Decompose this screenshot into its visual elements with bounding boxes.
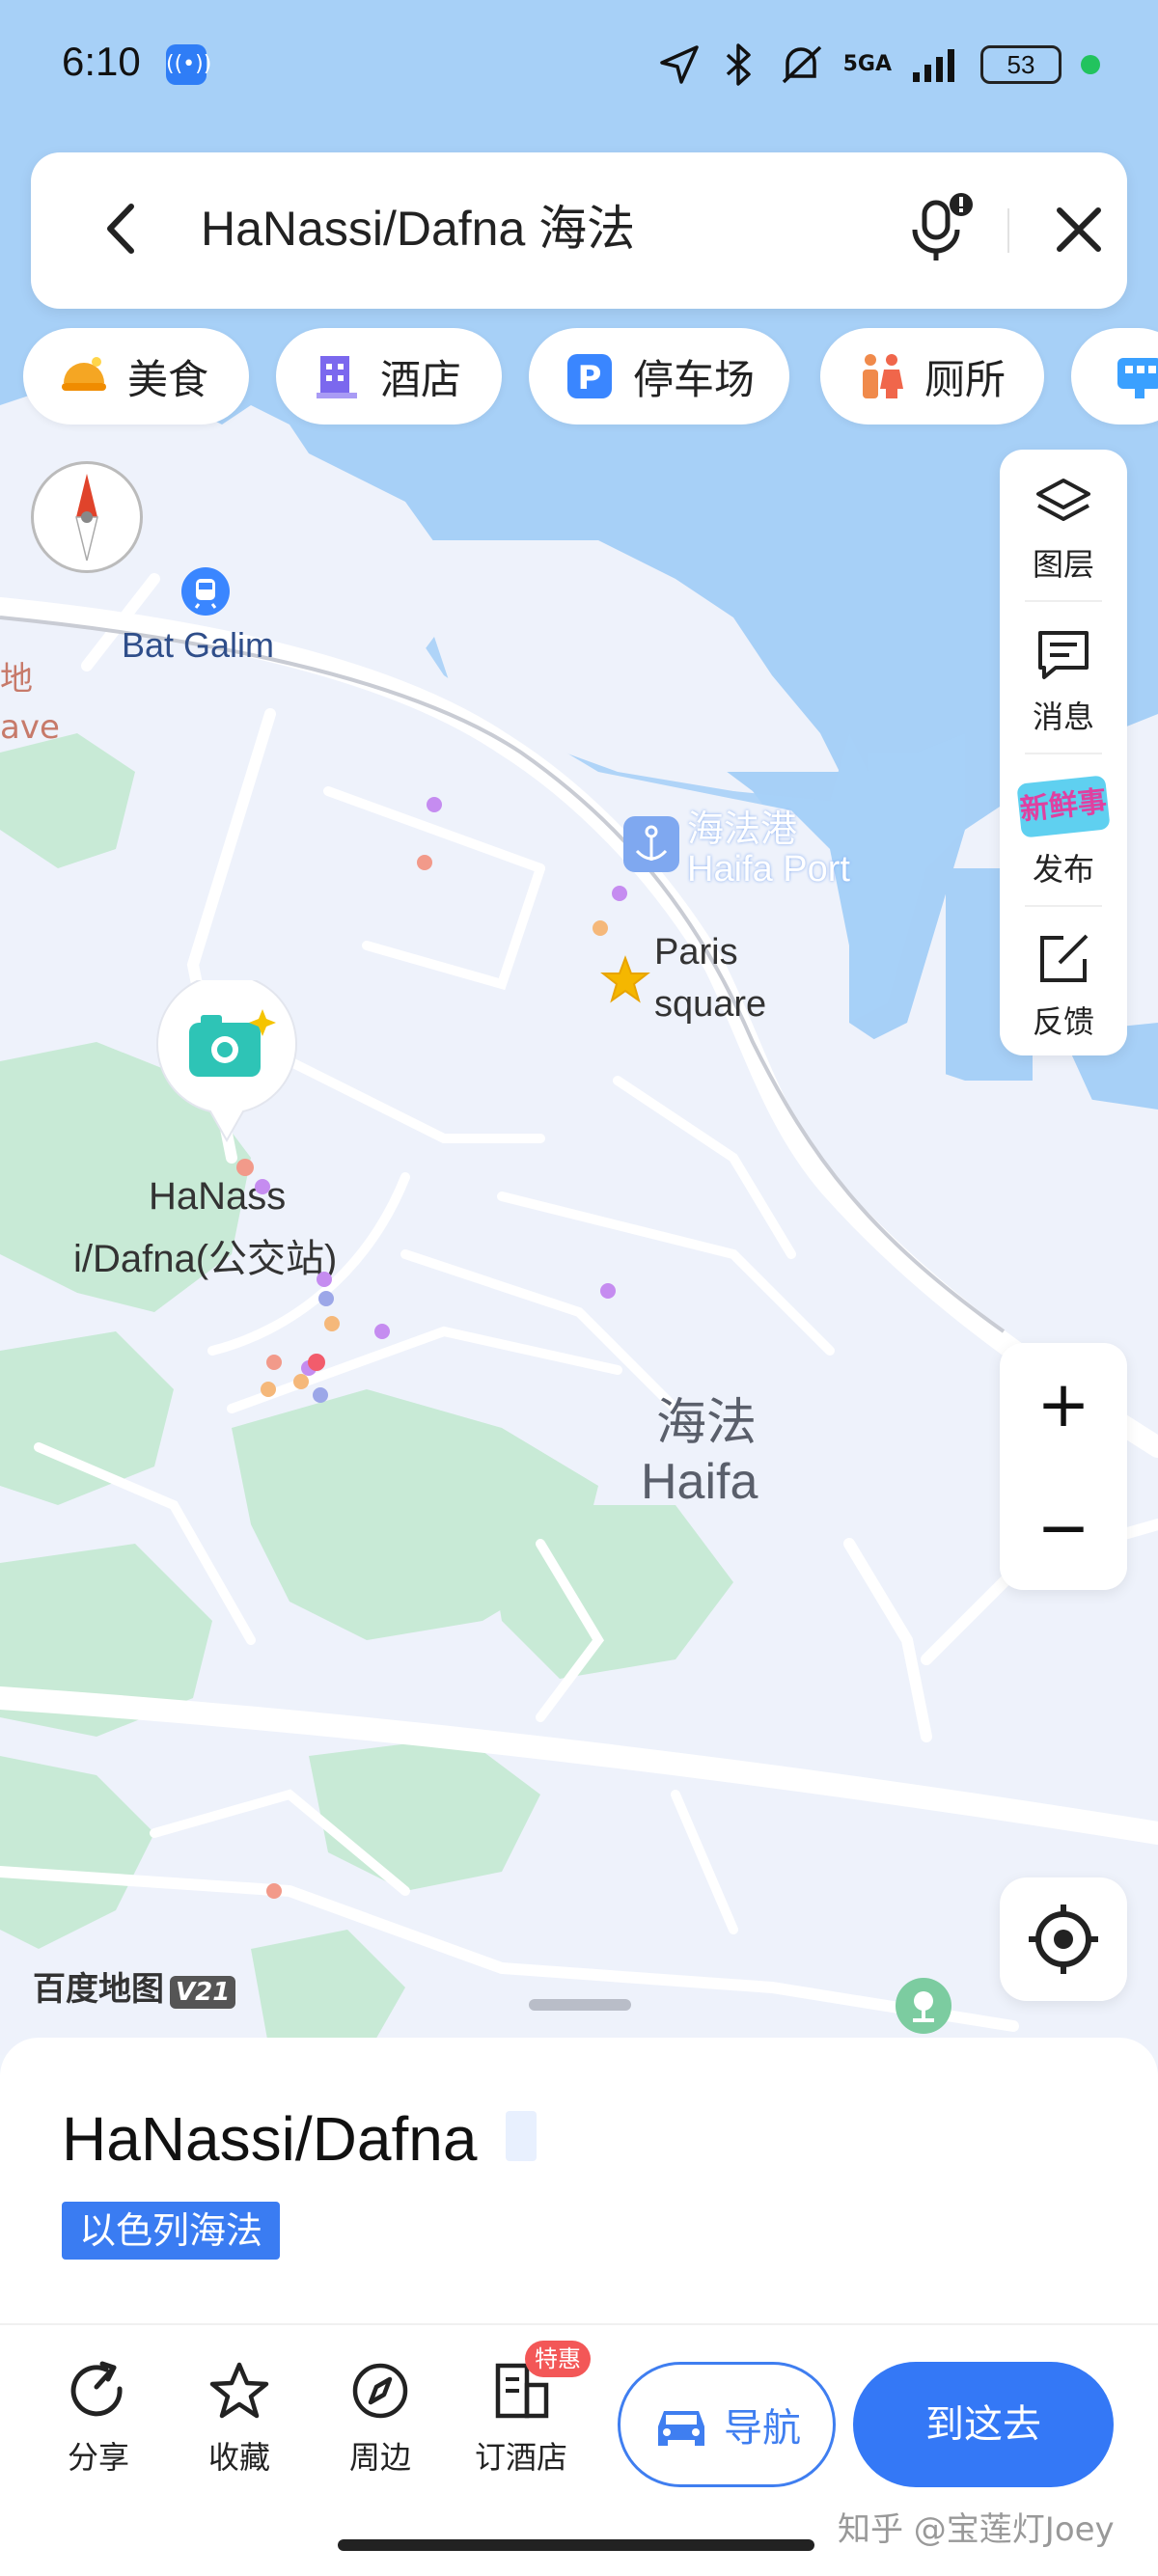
map-label-bus-stop-1[interactable]: HaNass [149, 1175, 286, 1219]
category-chip-toilet[interactable]: 厕所 [820, 328, 1044, 425]
baidu-map-logo: 百度地图 V21 [33, 1962, 236, 2010]
toilet-icon [855, 350, 907, 402]
poi-detail-card[interactable] [0, 2038, 1158, 2346]
map-edge-label-2: ave [0, 708, 60, 747]
hotspot-icon: ((•)) [166, 44, 211, 85]
status-icons: 5GA 53 [658, 41, 1100, 89]
compass-icon[interactable] [31, 461, 143, 573]
go-here-button[interactable]: 到这去 [853, 2362, 1114, 2487]
layers-button[interactable]: 图层 [1000, 450, 1127, 600]
star-icon [209, 2362, 269, 2419]
status-time: 6:10 [62, 39, 141, 84]
messages-button[interactable]: 消息 [1000, 602, 1127, 753]
map-label-port-cn[interactable]: 海法港 [687, 799, 797, 852]
navigate-button[interactable]: 导航 [618, 2362, 836, 2487]
category-chip-more[interactable] [1071, 328, 1158, 425]
book-hotel-button[interactable]: 订酒店 [463, 2360, 579, 2478]
category-row: 美食 酒店 P 停车场 厕所 [0, 328, 1158, 425]
signal-icon [913, 49, 954, 82]
share-icon [70, 2361, 123, 2417]
search-divider [1007, 208, 1009, 253]
privacy-indicator-dot [1081, 55, 1100, 74]
location-arrow-icon [659, 45, 699, 84]
publish-button[interactable]: 新鲜事 发布 [1000, 754, 1127, 905]
food-icon [58, 350, 110, 402]
favorite-label: 收藏 [207, 2439, 270, 2476]
parking-icon: P [564, 350, 616, 402]
search-bar[interactable]: HaNassi/Dafna 海法 [31, 152, 1127, 309]
map-label-city-en[interactable]: Haifa [641, 1453, 758, 1511]
map-label-city-cn[interactable]: 海法 [656, 1382, 757, 1454]
back-arrow-icon[interactable] [89, 195, 156, 262]
category-label-parking: 停车场 [633, 355, 756, 403]
messages-label: 消息 [1032, 699, 1094, 735]
search-query-text[interactable]: HaNassi/Dafna 海法 [201, 195, 635, 262]
home-indicator[interactable] [338, 2539, 814, 2551]
layers-icon [1036, 479, 1090, 521]
network-type: 5GA [842, 52, 892, 76]
svg-text:P: P [578, 359, 602, 397]
deal-badge: 特惠 [525, 2341, 591, 2377]
bluetooth-icon [726, 43, 751, 86]
category-chip-hotel[interactable]: 酒店 [276, 328, 502, 425]
poi-region-tag[interactable]: 以色列海法 [62, 2202, 281, 2260]
port-icon[interactable] [623, 816, 679, 872]
map-side-toolbar: 图层 消息 新鲜事 发布 反馈 [1000, 450, 1127, 1055]
map-label-paris-2[interactable]: square [654, 984, 766, 1026]
category-label-toilet: 厕所 [924, 355, 1006, 403]
poi-title-tag [506, 2111, 537, 2161]
zoom-control: + − [1000, 1343, 1127, 1590]
favorite-button[interactable]: 收藏 [181, 2360, 297, 2478]
category-label-hotel: 酒店 [380, 355, 462, 403]
navigate-label: 导航 [724, 2406, 801, 2451]
publish-label: 发布 [1032, 851, 1094, 888]
watermark: 知乎 @宝莲灯Joey [838, 2510, 1115, 2549]
star-marker-icon[interactable] [600, 955, 650, 1009]
crosshair-icon [1029, 1905, 1098, 1974]
map-label-bat-galim[interactable]: Bat Galim [122, 625, 274, 666]
zoom-in-button[interactable]: + [1000, 1343, 1127, 1466]
mute-bell-icon [782, 45, 821, 84]
publish-badge-icon: 新鲜事 [1016, 775, 1111, 838]
more-category-icon [1114, 350, 1158, 402]
status-bar: 6:10 ((•)) 5GA 53 [0, 0, 1158, 135]
park-poi-icon[interactable] [896, 1978, 951, 2034]
microphone-icon[interactable] [899, 191, 977, 268]
feedback-label: 反馈 [1032, 1003, 1094, 1040]
book-hotel-label: 订酒店 [474, 2439, 567, 2476]
locate-me-button[interactable] [1000, 1877, 1127, 2001]
category-label-food: 美食 [127, 355, 209, 403]
edit-icon [1040, 934, 1089, 982]
feedback-button[interactable]: 反馈 [1000, 907, 1127, 1057]
poi-title: HaNassi/Dafna [62, 2104, 478, 2174]
train-station-icon[interactable] [181, 567, 230, 616]
selected-location-marker[interactable] [154, 973, 299, 1144]
share-button[interactable]: 分享 [41, 2360, 156, 2478]
message-icon [1038, 631, 1089, 679]
hotel-icon [311, 350, 363, 402]
compass-nearby-icon [352, 2363, 408, 2419]
layers-label: 图层 [1032, 546, 1094, 583]
category-chip-parking[interactable]: P 停车场 [529, 328, 789, 425]
nearby-button[interactable]: 周边 [322, 2360, 438, 2478]
map-label-port-en[interactable]: Haifa Port [687, 849, 850, 891]
category-chip-food[interactable]: 美食 [23, 328, 249, 425]
car-icon [658, 2411, 704, 2446]
nearby-label: 周边 [348, 2439, 411, 2476]
map-edge-label-1: 地 [0, 660, 33, 699]
battery-indicator: 53 [980, 45, 1062, 84]
close-icon[interactable] [1044, 195, 1114, 264]
baidu-version-badge: V21 [170, 1976, 236, 2009]
map-label-paris-1[interactable]: Paris [654, 932, 738, 973]
zoom-out-button[interactable]: − [1000, 1466, 1127, 1590]
share-label: 分享 [67, 2439, 129, 2476]
card-drag-handle[interactable] [529, 1999, 631, 2011]
map-label-bus-stop-2[interactable]: i/Dafna(公交站) [73, 1227, 337, 1283]
